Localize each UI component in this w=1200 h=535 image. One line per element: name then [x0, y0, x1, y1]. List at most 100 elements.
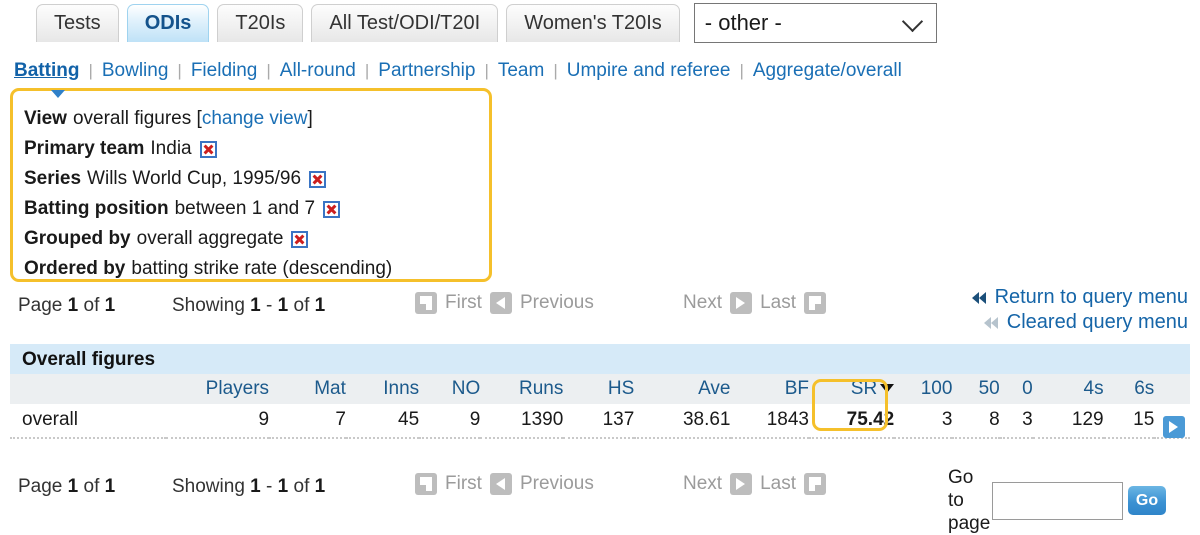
subnav-item-team[interactable]: Team — [498, 60, 544, 82]
double-left-arrow-icon — [971, 291, 986, 304]
query-value-series: Wills World Cup, 1995/96 — [87, 168, 302, 189]
subnav-item-all-round[interactable]: All-round — [280, 60, 356, 82]
subnav-item-aggregate-overall[interactable]: Aggregate/overall — [753, 60, 902, 82]
subnav-separator: | — [364, 61, 370, 80]
query-line-ordered-by: Ordered by batting strike rate (descendi… — [24, 254, 489, 284]
col-header-actions — [1154, 374, 1190, 404]
subnav-separator: | — [177, 61, 182, 80]
next-page-icon[interactable] — [730, 292, 753, 314]
cell-100: 3 — [894, 404, 953, 439]
col-header-mat[interactable]: Mat — [269, 374, 346, 404]
showing-indicator-bottom: Showing 1 - 1 of 1 — [172, 476, 325, 498]
query-line-series: Series Wills World Cup, 1995/96 — [24, 164, 489, 194]
page-indicator-bottom: Page 1 of 1 — [18, 476, 115, 498]
page-prefix-bottom: Page — [18, 476, 63, 497]
goto-page-label-line2: page — [948, 513, 991, 534]
col-header-hs[interactable]: HS — [563, 374, 634, 404]
col-header-0[interactable]: 0 — [1000, 374, 1033, 404]
change-view-bracket-open: [ — [191, 108, 202, 129]
subnav-separator: | — [266, 61, 271, 80]
cleared-query-menu-link[interactable]: Cleared query menu — [1007, 310, 1188, 335]
col-header-bf[interactable]: BF — [731, 374, 809, 404]
table-row: overall 9 7 45 9 1390 137 38.61 1843 75.… — [10, 404, 1190, 439]
query-value-primary-team: India — [150, 138, 192, 159]
subnav-item-bowling[interactable]: Bowling — [102, 60, 169, 82]
other-format-select[interactable]: - other - — [693, 3, 937, 43]
last-page-label-bottom: Last — [760, 473, 796, 494]
query-line-batting-position: Batting position between 1 and 7 — [24, 194, 489, 224]
col-header-inns[interactable]: Inns — [346, 374, 419, 404]
showing-from: 1 — [250, 295, 261, 316]
first-page-label-bottom: First — [445, 473, 482, 494]
change-view-bracket-close: ] — [307, 108, 313, 129]
subnav-item-batting[interactable]: Batting — [14, 60, 79, 82]
cell-ave: 38.61 — [634, 404, 731, 439]
query-value-batting-position: between 1 and 7 — [174, 198, 316, 219]
showing-dash: - — [266, 295, 273, 316]
col-header-label — [10, 374, 166, 404]
tab-tests[interactable]: Tests — [36, 4, 119, 42]
col-header-sr[interactable]: SR — [809, 374, 895, 404]
table-header-row: Players Mat Inns NO Runs HS Ave BF SR 10… — [10, 374, 1190, 404]
previous-page-icon[interactable] — [489, 292, 512, 314]
col-header-players[interactable]: Players — [166, 374, 269, 404]
other-format-select-value: - other - — [704, 10, 782, 35]
remove-filter-series-icon[interactable] — [309, 170, 327, 188]
col-header-6s[interactable]: 6s — [1104, 374, 1154, 404]
return-to-query-menu-row: Return to query menu — [971, 285, 1188, 310]
subnav-item-umpire-and-referee[interactable]: Umpire and referee — [567, 60, 731, 82]
last-page-icon[interactable] — [804, 292, 826, 314]
previous-page-label: Previous — [519, 292, 594, 313]
showing-total-bottom: 1 — [314, 476, 326, 497]
col-header-ave[interactable]: Ave — [634, 374, 730, 404]
pagination-next-group-bottom: Next Last — [675, 473, 826, 495]
category-subnav: Batting | Bowling | Fielding | All-round… — [14, 58, 902, 84]
first-page-icon[interactable] — [415, 292, 437, 314]
showing-of: of — [293, 295, 310, 316]
page-current: 1 — [67, 295, 79, 316]
goto-page-input[interactable] — [992, 481, 1123, 520]
previous-page-icon[interactable] — [489, 473, 512, 495]
first-page-icon[interactable] — [415, 473, 437, 495]
tab-t20is[interactable]: T20Is — [217, 4, 304, 42]
last-page-icon[interactable] — [804, 473, 826, 495]
tab-all-test-odi-t20i[interactable]: All Test/ODI/T20I — [311, 4, 499, 42]
cell-bf: 1843 — [730, 404, 809, 439]
query-menu-links: Return to query menu Cleared query menu — [971, 285, 1188, 335]
remove-filter-primary-team-icon[interactable] — [199, 140, 217, 158]
format-tabs: Tests ODIs T20Is All Test/ODI/T20I Women… — [0, 0, 1200, 50]
return-to-query-menu-link[interactable]: Return to query menu — [995, 285, 1188, 310]
cell-hs: 137 — [563, 404, 635, 439]
tab-odis[interactable]: ODIs — [126, 4, 210, 42]
remove-filter-batting-position-icon[interactable] — [323, 200, 341, 218]
subnav-separator: | — [484, 61, 489, 80]
page-current-bottom: 1 — [67, 476, 79, 497]
cell-6s: 15 — [1103, 404, 1155, 439]
query-key-primary-team: Primary team — [24, 138, 145, 159]
cell-players: 9 — [166, 404, 270, 439]
subnav-item-fielding[interactable]: Fielding — [191, 60, 258, 82]
subnav-item-partnership[interactable]: Partnership — [378, 60, 475, 82]
cell-4s: 129 — [1032, 404, 1104, 439]
remove-filter-grouped-by-icon[interactable] — [291, 230, 309, 248]
query-key-ordered-by: Ordered by — [24, 258, 126, 279]
showing-to: 1 — [277, 295, 289, 316]
showing-of-bottom: of — [293, 476, 310, 497]
cell-0: 3 — [999, 404, 1033, 439]
change-view-link[interactable]: change view — [202, 104, 308, 134]
col-header-runs[interactable]: Runs — [480, 374, 563, 404]
go-button[interactable]: Go — [1128, 486, 1166, 515]
cell-50: 8 — [952, 404, 1000, 439]
col-header-4s[interactable]: 4s — [1033, 374, 1104, 404]
col-header-50[interactable]: 50 — [952, 374, 1000, 404]
cleared-query-menu-row: Cleared query menu — [972, 310, 1188, 335]
query-line-primary-team: Primary team India — [24, 134, 489, 164]
row-expand-button[interactable] — [1163, 416, 1185, 438]
cell-sr: 75.42 — [808, 404, 895, 439]
next-page-label-bottom: Next — [683, 473, 723, 494]
results-table: Overall figures Players Mat Inns NO Runs… — [10, 344, 1190, 439]
next-page-icon[interactable] — [730, 473, 753, 495]
col-header-100[interactable]: 100 — [894, 374, 953, 404]
tab-womens-t20is[interactable]: Women's T20Is — [506, 4, 680, 42]
col-header-no[interactable]: NO — [419, 374, 481, 404]
